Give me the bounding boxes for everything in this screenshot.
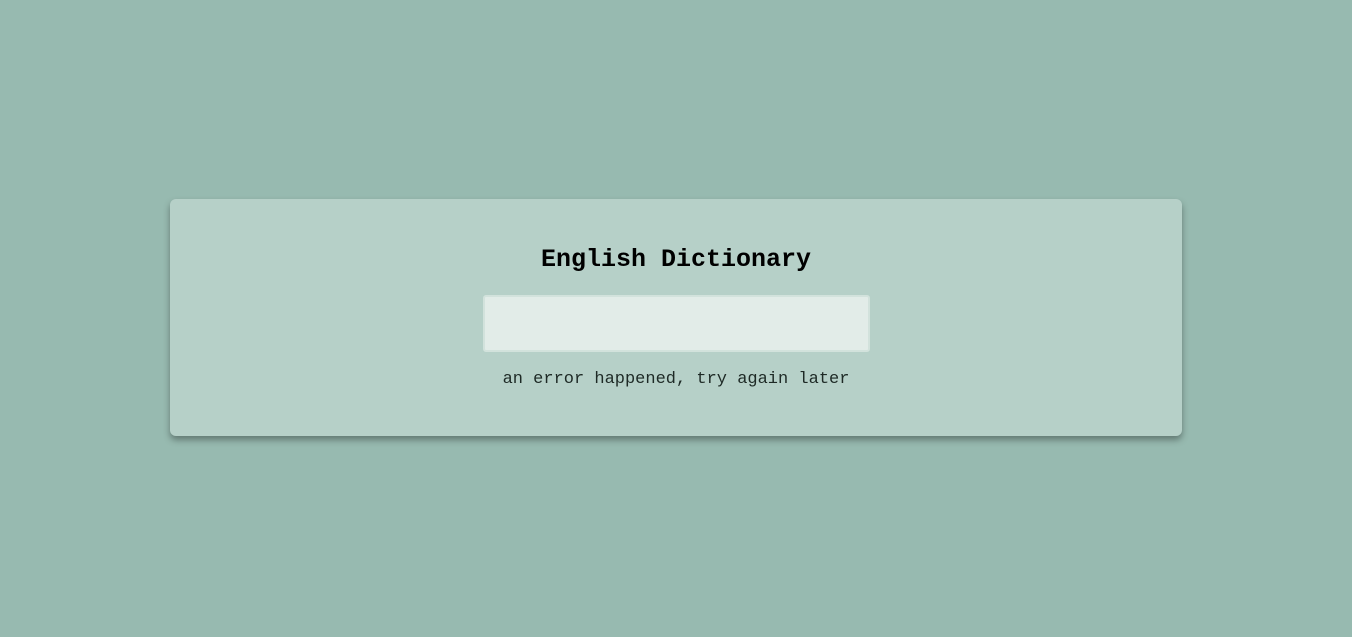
page-title: English Dictionary xyxy=(540,245,812,274)
search-input[interactable] xyxy=(483,295,870,352)
dictionary-card: English Dictionary an error happened, tr… xyxy=(170,199,1182,436)
status-message: an error happened, try again later xyxy=(502,370,850,389)
